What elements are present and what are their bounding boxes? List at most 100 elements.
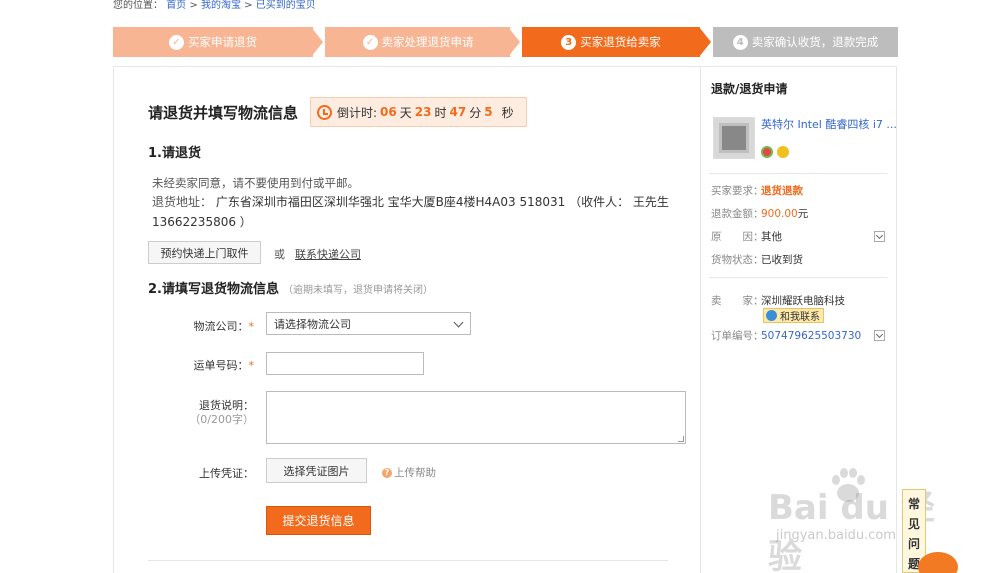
refund-amount: 900.00 (761, 208, 798, 220)
progress-steps: ✓ 买家申请退货 ✓ 卖家处理退货申请 3 买家退货给卖家 4 卖家确认收货，退… (113, 27, 898, 57)
breadcrumb-home-link[interactable]: 首页 (166, 0, 186, 11)
countdown-days-unit: 天 (399, 105, 412, 120)
buyer-request-row: 买家要求：退货退款 (711, 183, 803, 198)
countdown-days: 06 (380, 105, 397, 119)
breadcrumb-separator: > (244, 0, 253, 11)
step-confirm: 4 卖家确认收货，退款完成 (713, 27, 898, 57)
step-return-goods: 3 买家退货给卖家 (522, 27, 700, 57)
countdown-hours: 23 (414, 105, 432, 119)
row-key: 原 因： (711, 231, 764, 243)
section-return-title: 1.请退货 (148, 146, 201, 161)
row-key: 订单编号： (711, 330, 764, 342)
note-limit: （0/200字） (189, 413, 254, 426)
step-arrow (311, 27, 323, 57)
countdown-label: 倒计时: (337, 105, 378, 120)
contact-courier-link[interactable]: 联系快递公司 (295, 246, 361, 262)
help-icon: ? (382, 467, 392, 478)
divider (709, 173, 887, 174)
badge-icon (761, 146, 773, 158)
return-address-label: 退货地址： (152, 195, 213, 209)
order-number-link[interactable]: 507479625503730 (761, 330, 861, 342)
row-key: 货物状态： (711, 254, 764, 266)
pickup-button[interactable]: 预约快递上门取件 (148, 241, 261, 264)
submit-return-button[interactable]: 提交退货信息 (266, 506, 371, 535)
step-label: 卖家处理退货申请 (381, 35, 474, 49)
order-number-row: 订单编号：507479625503730 (711, 328, 861, 343)
chevron-down-icon (453, 317, 464, 328)
order-expand-icon[interactable] (874, 330, 885, 341)
divider (709, 277, 887, 278)
or-text: 或 (274, 248, 285, 261)
upload-help-text: 上传帮助 (394, 467, 436, 479)
row-key: 卖 家： (711, 295, 764, 307)
refund-summary-panel: 退款/退货申请 英特尔 Intel 酷睿四核 i7 ... 买家要求：退货退款 … (700, 66, 897, 573)
return-address-value: 广东省深圳市福田区深圳华强北 宝华大厦B座4楼H4A03 518031 （收件人… (152, 195, 669, 229)
section-logistics-hint: （逾期未填写，退货申请将关闭） (282, 285, 433, 296)
required-mark: * (248, 359, 255, 372)
logistics-company-select[interactable]: 请选择物流公司 (266, 312, 471, 335)
section-logistics-label: 2.请填写退货物流信息 (148, 282, 279, 297)
resize-grip-icon[interactable] (678, 436, 684, 442)
return-address: 退货地址： 广东省深圳市福田区深圳华强北 宝华大厦B座4楼H4A03 51803… (152, 192, 672, 232)
check-icon: ✓ (362, 34, 378, 50)
choose-image-button[interactable]: 选择凭证图片 (266, 458, 367, 483)
badge-icon (777, 146, 789, 158)
countdown-seconds: 5 (484, 105, 493, 119)
product-badges (761, 146, 789, 158)
product-name-link[interactable]: 英特尔 Intel 酷睿四核 i7 ... (761, 116, 897, 132)
tracking-label: 运单号码：* (154, 357, 255, 373)
required-mark: * (248, 320, 255, 333)
step-arrow (699, 27, 711, 57)
side-title: 退款/退货申请 (711, 82, 788, 96)
upload-label: 上传凭证： (199, 467, 254, 480)
tracking-number-input[interactable] (266, 352, 424, 375)
countdown-minutes-unit: 分 (469, 105, 482, 120)
return-form-panel: 请退货并填写物流信息 倒计时: 06 天 23 时 47 分 5 秒 1.请退货… (113, 66, 700, 573)
step-arrow (508, 27, 520, 57)
mascot-icon (918, 552, 958, 573)
breadcrumb: 您的位置： 首页 > 我的淘宝 > 已买到的宝贝 (113, 0, 316, 11)
seller-row: 卖 家：深圳耀跃电脑科技 (711, 293, 845, 308)
refund-amount-row: 退款金额：900.00元 (711, 206, 808, 221)
step-seller-process: ✓ 卖家处理退货申请 (325, 27, 511, 57)
row-key: 买家要求： (711, 185, 764, 197)
goods-status-row: 货物状态：已收到货 (711, 252, 803, 267)
countdown-seconds-unit: 秒 (501, 105, 514, 120)
breadcrumb-separator: > (189, 0, 198, 11)
reason-expand-icon[interactable] (874, 231, 885, 242)
reason-row: 原 因：其他 (711, 229, 782, 244)
contact-seller-button[interactable]: 和我联系 (763, 308, 824, 323)
countdown-hours-unit: 时 (434, 105, 447, 120)
row-key: 退款金额： (711, 208, 764, 220)
row-value: 退货退款 (761, 185, 803, 197)
step-number-icon: 3 (561, 34, 577, 50)
return-notice: 未经卖家同意，请不要使用到付或平邮。 (152, 176, 359, 190)
tracking-label-text: 运单号码： (193, 359, 249, 372)
return-note-textarea[interactable] (266, 391, 686, 444)
chat-icon (766, 310, 777, 321)
breadcrumb-taobao-link[interactable]: 我的淘宝 (201, 0, 241, 11)
step-label: 买家申请退货 (188, 35, 257, 49)
page-title: 请退货并填写物流信息 (148, 104, 299, 122)
product-image[interactable] (713, 117, 755, 159)
clock-icon (317, 104, 332, 120)
cpu-chip-icon (719, 123, 749, 153)
countdown-minutes: 47 (449, 105, 467, 119)
seller-name: 深圳耀跃电脑科技 (761, 295, 845, 307)
breadcrumb-prefix: 您的位置： (113, 0, 163, 11)
step-label: 买家退货给卖家 (580, 35, 661, 49)
row-value: 其他 (761, 231, 782, 243)
company-label-text: 物流公司： (193, 320, 249, 333)
step-label: 卖家确认收货，退款完成 (751, 35, 879, 49)
step-apply: ✓ 买家申请退货 (113, 27, 313, 57)
check-icon: ✓ (169, 34, 184, 50)
step-number-icon: 4 (732, 34, 748, 50)
section-logistics-title: 2.请填写退货物流信息 （逾期未填写，退货申请将关闭） (148, 278, 433, 297)
upload-help-link[interactable]: ? 上传帮助 (382, 465, 436, 480)
contact-seller-label: 和我联系 (780, 312, 820, 323)
company-label: 物流公司：* (154, 318, 255, 334)
divider (148, 560, 668, 561)
breadcrumb-bought-link[interactable]: 已买到的宝贝 (256, 0, 316, 11)
row-value: 已收到货 (761, 254, 803, 266)
countdown-timer: 倒计时: 06 天 23 时 47 分 5 秒 (310, 97, 527, 127)
